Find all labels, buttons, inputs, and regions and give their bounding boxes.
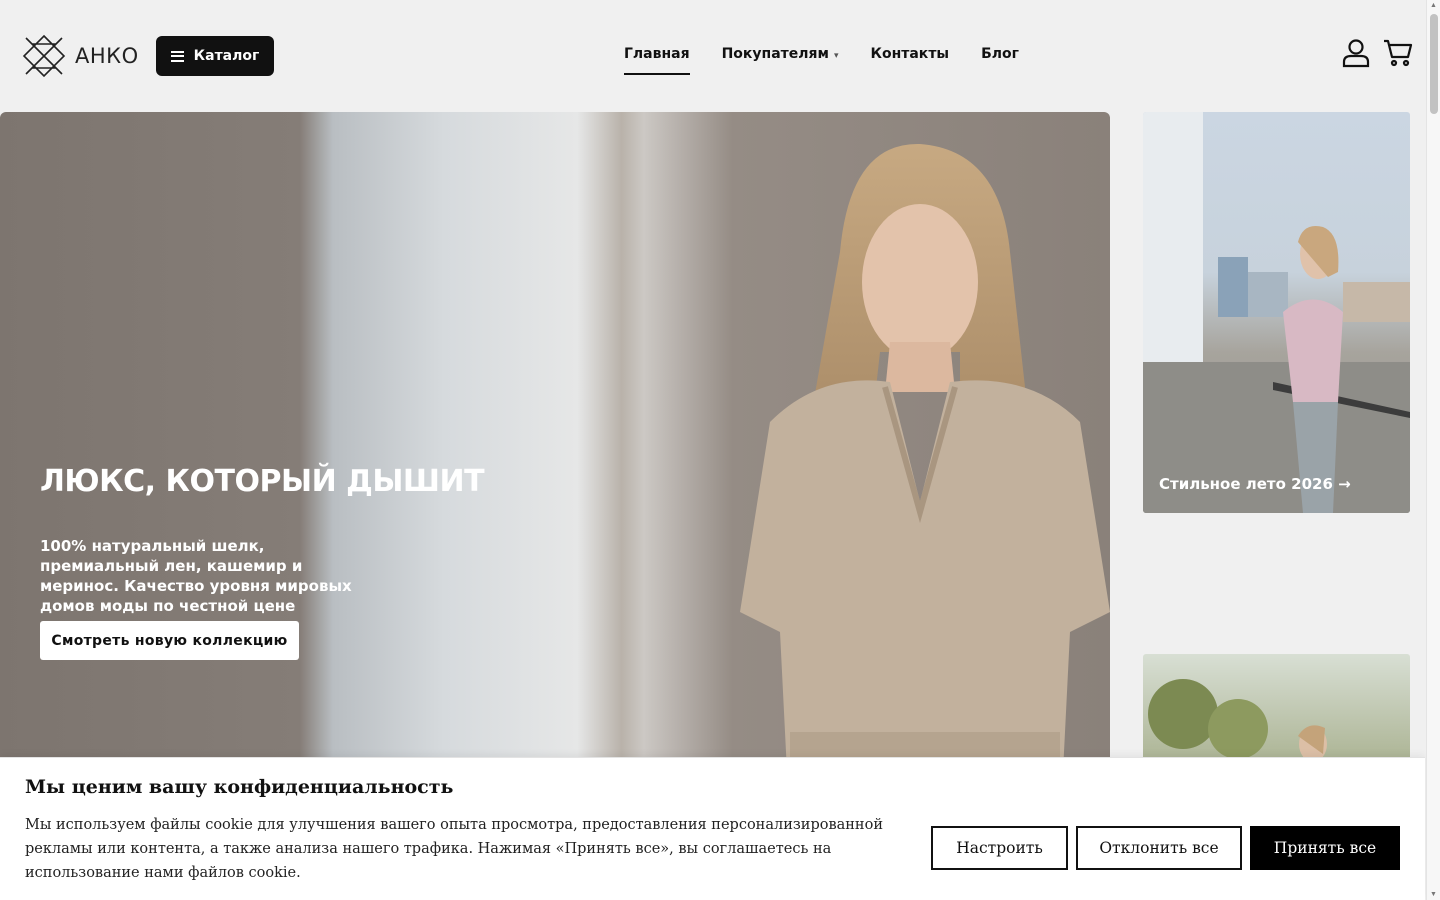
cookie-text: Мы используем файлы cookie для улучшения… bbox=[25, 817, 883, 881]
logo-text: АНКО bbox=[75, 44, 139, 68]
nav-blog[interactable]: Блог bbox=[981, 46, 1019, 72]
cookie-banner: Мы ценим вашу конфиденциальность Мы испо… bbox=[0, 757, 1425, 900]
nav-customers[interactable]: Покупателям ▾ bbox=[722, 46, 839, 72]
menu-icon bbox=[170, 50, 184, 62]
nav-contacts-label: Контакты bbox=[870, 46, 950, 62]
cookie-title: Мы ценим вашу конфиденциальность bbox=[25, 776, 454, 798]
logo[interactable]: АНКО bbox=[22, 34, 139, 78]
user-icon[interactable] bbox=[1341, 38, 1371, 68]
view-collection-button[interactable]: Смотреть новую коллекцию bbox=[40, 621, 299, 660]
chevron-down-icon: ▾ bbox=[833, 51, 839, 61]
nav-home[interactable]: Главная bbox=[624, 46, 690, 75]
scroll-up-icon[interactable]: ▲ bbox=[1430, 2, 1437, 9]
promo-card-summer[interactable]: Стильное лето 2026 → bbox=[1143, 112, 1410, 513]
nav-blog-label: Блог bbox=[981, 46, 1019, 62]
promo-summer-label: Стильное лето 2026 → bbox=[1159, 475, 1351, 493]
promo-summer-image bbox=[1143, 112, 1410, 513]
cookie-customize-button[interactable]: Настроить bbox=[931, 826, 1068, 870]
cookie-accept-button[interactable]: Принять все bbox=[1250, 826, 1400, 870]
catalog-button[interactable]: Каталог bbox=[156, 36, 274, 76]
hero-description: 100% натуральный шелк, премиальный лен, … bbox=[40, 537, 352, 615]
scroll-down-icon[interactable]: ▼ bbox=[1430, 891, 1437, 898]
scrollbar-thumb[interactable] bbox=[1430, 14, 1438, 114]
hero-title: ЛЮКС, КОТОРЫЙ ДЫШИТ bbox=[40, 464, 485, 499]
nav-home-label: Главная bbox=[624, 46, 690, 62]
cookie-reject-button[interactable]: Отклонить все bbox=[1076, 826, 1242, 870]
page-scrollbar[interactable]: ▲ ▼ bbox=[1426, 0, 1440, 900]
cart-icon[interactable] bbox=[1383, 38, 1413, 68]
main-nav: Главная Покупателям ▾ Контакты Блог bbox=[624, 46, 1019, 75]
logo-mark-icon bbox=[22, 34, 66, 78]
nav-contacts[interactable]: Контакты bbox=[871, 46, 950, 72]
catalog-label: Каталог bbox=[193, 48, 260, 64]
site-header: АНКО Каталог Главная Покупателям ▾ Контак… bbox=[0, 0, 1426, 112]
nav-customers-label: Покупателям bbox=[721, 46, 829, 62]
